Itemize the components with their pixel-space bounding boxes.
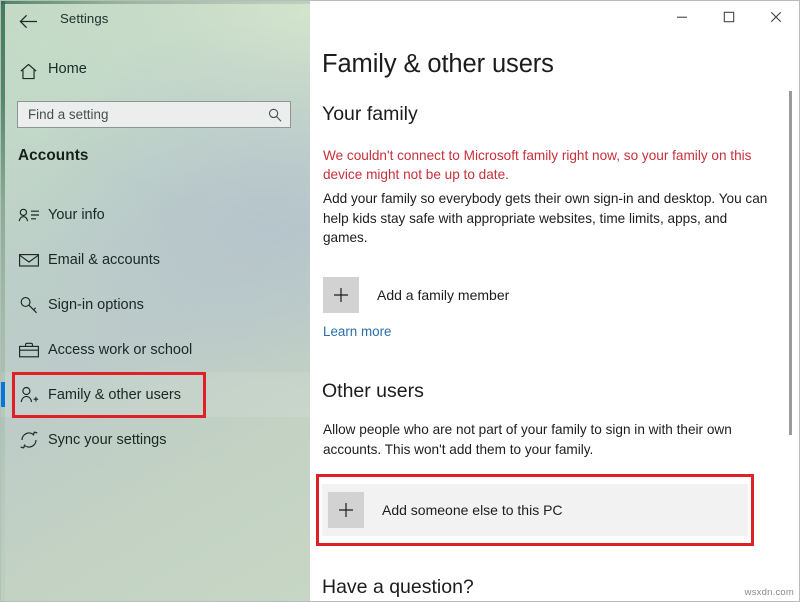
sidebar-item-your-info-label: Your info [48, 206, 105, 223]
title-bar: Settings [1, 1, 310, 41]
sidebar-item-your-info[interactable]: Your info [1, 192, 310, 237]
sidebar-item-access-work-school-label: Access work or school [48, 341, 193, 358]
family-connection-error: We couldn't connect to Microsoft family … [323, 148, 752, 182]
sidebar-item-signin-options[interactable]: Sign-in options [1, 282, 310, 327]
your-family-heading: Your family [322, 103, 418, 125]
sidebar: Settings Home Find a setting Accounts Yo… [1, 1, 310, 601]
selection-indicator [1, 382, 5, 407]
minimize-icon [676, 16, 687, 18]
have-a-question-heading: Have a question? [322, 576, 474, 598]
home-icon [20, 63, 37, 80]
maximize-icon [723, 11, 734, 23]
plus-icon [323, 276, 359, 313]
other-users-heading: Other users [322, 380, 424, 402]
sidebar-section-title: Accounts [18, 147, 89, 164]
sidebar-item-email-accounts-label: Email & accounts [48, 251, 161, 268]
person-add-icon [18, 384, 40, 406]
settings-window: Settings Home Find a setting Accounts Yo… [0, 0, 800, 602]
sidebar-item-family-other-users[interactable]: Family & other users [1, 372, 310, 417]
scrollbar[interactable] [785, 39, 796, 595]
sidebar-item-home-label: Home [48, 61, 87, 77]
envelope-icon [18, 249, 40, 271]
sidebar-item-signin-options-label: Sign-in options [48, 296, 144, 313]
other-users-description: Allow people who are not part of your fa… [323, 422, 732, 457]
briefcase-icon [18, 339, 40, 361]
contact-card-icon [18, 204, 40, 226]
close-button[interactable] [752, 1, 799, 33]
sidebar-item-sync-settings-label: Sync your settings [48, 431, 167, 448]
sidebar-item-access-work-school[interactable]: Access work or school [1, 327, 310, 372]
plus-icon [328, 492, 364, 528]
back-button[interactable] [13, 7, 43, 35]
window-controls [658, 1, 799, 33]
page-title: Family & other users [322, 50, 554, 78]
sync-icon [18, 429, 40, 451]
back-arrow-icon [19, 14, 37, 28]
sidebar-item-sync-settings[interactable]: Sync your settings [1, 417, 310, 462]
search-input[interactable]: Find a setting [17, 101, 291, 128]
add-someone-else-label: Add someone else to this PC [382, 502, 563, 518]
add-family-member-button[interactable]: Add a family member [323, 273, 763, 316]
add-someone-else-button[interactable]: Add someone else to this PC [322, 484, 748, 536]
sidebar-item-home[interactable]: Home [1, 58, 310, 85]
scrollbar-thumb[interactable] [789, 91, 792, 435]
maximize-button[interactable] [705, 1, 752, 33]
close-icon [770, 11, 781, 23]
sidebar-item-family-other-users-label: Family & other users [48, 386, 181, 403]
app-title: Settings [60, 11, 109, 26]
sidebar-item-email-accounts[interactable]: Email & accounts [1, 237, 310, 282]
watermark: wsxdn.com [744, 587, 794, 598]
add-family-member-label: Add a family member [377, 286, 510, 303]
search-icon[interactable] [267, 107, 283, 123]
sidebar-nav: Your info Email & accounts Sign-in optio… [1, 192, 310, 462]
family-description: Add your family so everybody gets their … [323, 191, 768, 245]
search-placeholder: Find a setting [28, 107, 109, 122]
minimize-button[interactable] [658, 1, 705, 33]
key-icon [18, 294, 40, 316]
learn-more-link[interactable]: Learn more [323, 324, 391, 339]
